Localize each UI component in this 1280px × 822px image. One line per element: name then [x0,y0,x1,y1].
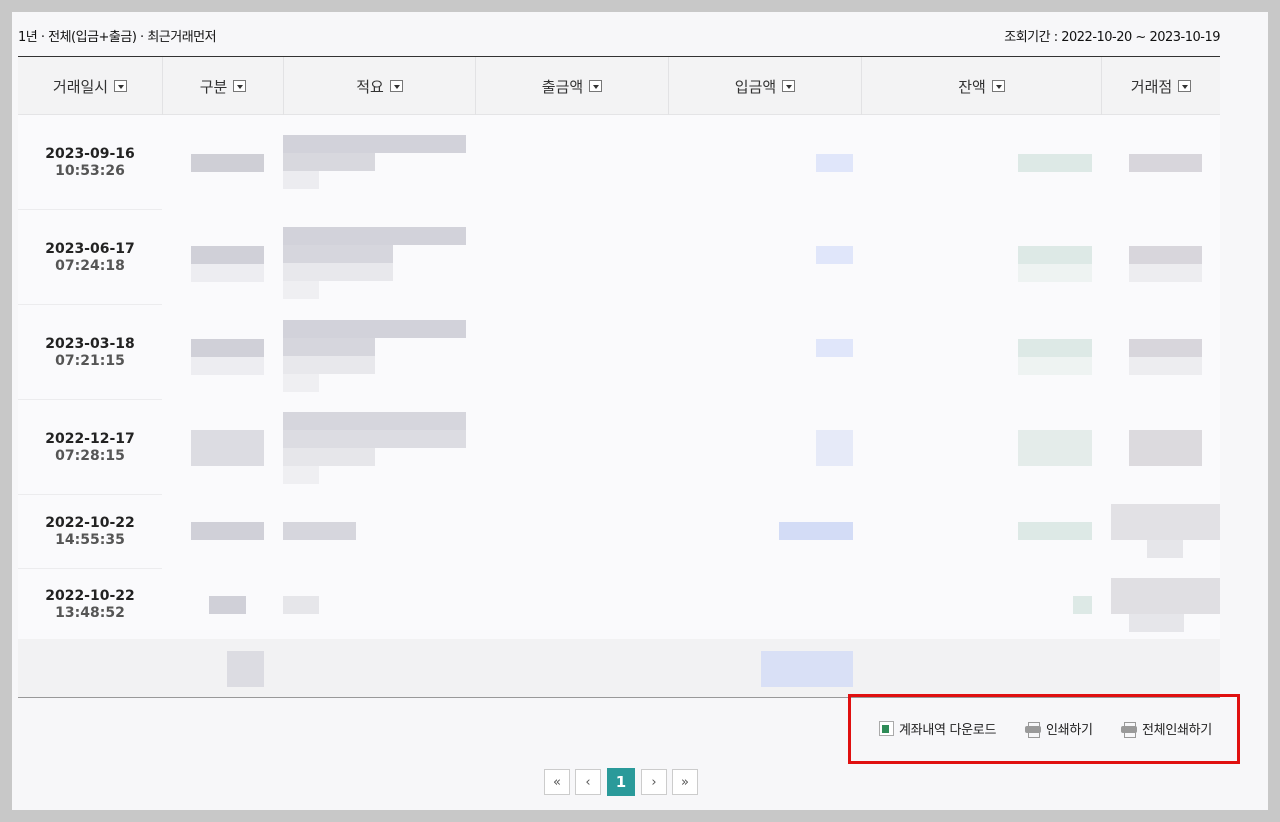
table-row: 2023-06-17 07:24:18 [18,210,162,305]
page-1-button[interactable]: 1 [607,768,635,796]
printer-icon [1025,721,1041,738]
table-header: 거래일시 구분 적요 출금액 입금액 잔액 거래점 [18,57,1220,115]
sort-dropdown-icon[interactable] [233,80,247,92]
query-summary: 1년 · 전체(입금+출금) · 최근거래먼저 [18,30,217,45]
row-time: 13:48:52 [55,604,125,621]
prev-page-button[interactable]: ‹ [575,769,601,795]
table-row: 2023-09-16 10:53:26 [18,115,162,210]
table-row: 2022-10-22 14:55:35 [18,495,162,569]
col-header-balance[interactable]: 잔액 [861,57,1101,115]
row-date: 2023-06-17 [45,240,135,257]
row-time: 14:55:35 [55,532,125,548]
col-header-branch[interactable]: 거래점 [1101,57,1220,115]
col-header-type[interactable]: 구분 [162,57,283,115]
sort-dropdown-icon[interactable] [389,80,403,92]
sort-dropdown-icon[interactable] [991,80,1005,92]
table-total-row [18,639,1220,697]
row-date: 2022-12-17 [45,430,135,447]
col-header-datetime[interactable]: 거래일시 [18,57,162,115]
first-page-button[interactable]: « [544,769,570,795]
table-row: 2022-10-22 13:48:52 [18,569,162,639]
row-date: 2023-09-16 [45,145,135,162]
sort-dropdown-icon[interactable] [782,80,796,92]
col-header-memo[interactable]: 적요 [283,57,475,115]
printer-icon [1121,721,1137,738]
sort-dropdown-icon[interactable] [589,80,603,92]
row-time: 10:53:26 [55,162,125,179]
sort-dropdown-icon[interactable] [1178,80,1192,92]
row-time: 07:28:15 [55,447,125,464]
export-actions-highlight: 계좌내역 다운로드 인쇄하기 전체인쇄하기 [848,694,1240,764]
row-date: 2022-10-22 [45,515,135,531]
excel-icon [879,721,894,736]
next-page-button[interactable]: › [641,769,667,795]
row-date: 2022-10-22 [45,587,135,604]
sort-dropdown-icon[interactable] [114,80,128,92]
last-page-button[interactable]: » [672,769,698,795]
row-time: 07:21:15 [55,352,125,369]
print-all-button[interactable]: 전체인쇄하기 [1121,719,1212,738]
col-header-withdrawal[interactable]: 출금액 [475,57,668,115]
table-row: 2022-12-17 07:28:15 [18,400,162,495]
table-row: 2023-03-18 07:21:15 [18,305,162,400]
download-history-button[interactable]: 계좌내역 다운로드 [879,719,996,738]
transaction-table: 거래일시 구분 적요 출금액 입금액 잔액 거래점 2023-09-16 10:… [18,56,1220,698]
row-date: 2023-03-18 [45,335,135,352]
query-period: 조회기간 : 2022-10-20 ~ 2023-10-19 [1004,30,1220,45]
col-header-deposit[interactable]: 입금액 [668,57,861,115]
row-time: 07:24:18 [55,257,125,274]
print-button[interactable]: 인쇄하기 [1025,719,1093,738]
